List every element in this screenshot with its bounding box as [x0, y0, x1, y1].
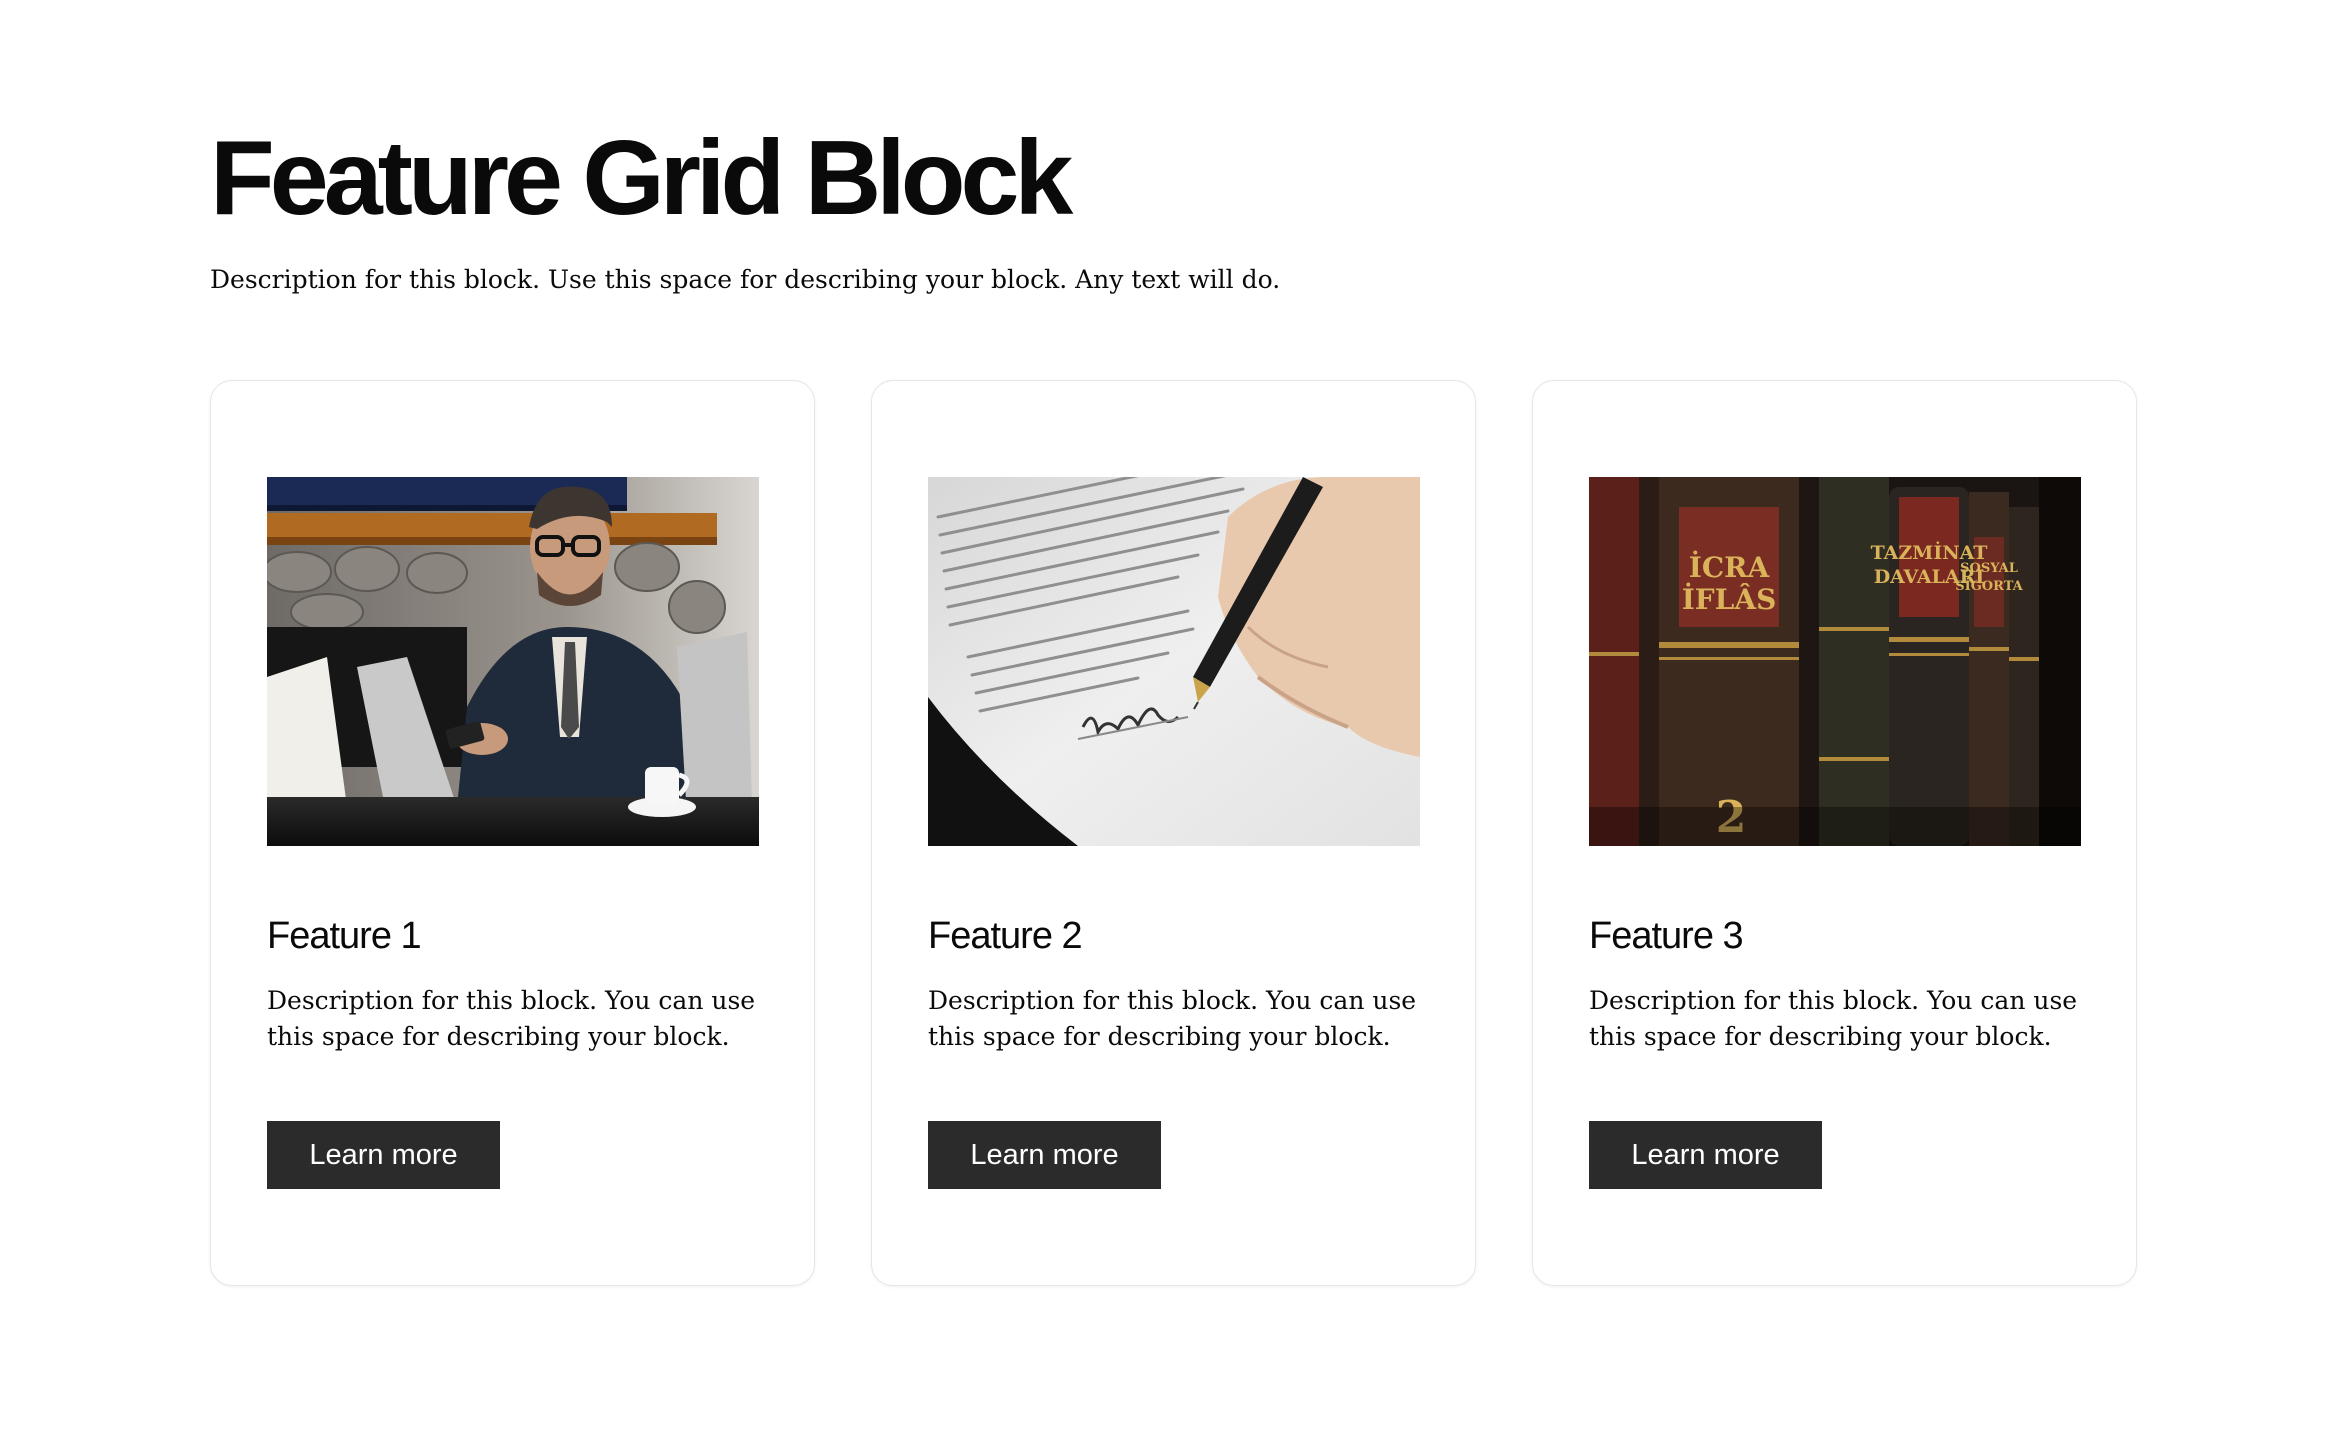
- feature-title: Feature 2: [928, 915, 1083, 957]
- feature-card-3: İCRA İFLÂS TAZMİNAT DAVALARI SOSYAL SİGO…: [1532, 380, 2137, 1286]
- feature-grid: Feature 1 Description for this block. Yo…: [210, 380, 2137, 1286]
- feature-title: Feature 3: [1589, 915, 1744, 957]
- book-spine-text: SİGORTA: [1955, 578, 2023, 594]
- feature-image-3: İCRA İFLÂS TAZMİNAT DAVALARI SOSYAL SİGO…: [1589, 477, 2081, 846]
- learn-more-button[interactable]: Learn more: [1589, 1121, 1822, 1189]
- law-books-on-shelf-photo: İCRA İFLÂS TAZMİNAT DAVALARI SOSYAL SİGO…: [1589, 477, 2081, 846]
- block-title: Feature Grid Block: [210, 119, 1073, 237]
- block-description: Description for this block. Use this spa…: [210, 265, 1281, 294]
- feature-description: Description for this block. You can use …: [928, 986, 1417, 1051]
- feature-card-2: Feature 2 Description for this block. Yo…: [871, 380, 1476, 1286]
- businessman-with-laptop-photo: [267, 477, 759, 846]
- feature-title: Feature 1: [267, 915, 422, 957]
- learn-more-button[interactable]: Learn more: [267, 1121, 500, 1189]
- hand-signing-document-photo: [928, 477, 1420, 846]
- book-spine-text: İFLÂS: [1682, 582, 1777, 616]
- feature-card-1: Feature 1 Description for this block. Yo…: [210, 380, 815, 1286]
- book-spine-text: İCRA: [1689, 550, 1771, 584]
- feature-image-1: [267, 477, 759, 846]
- feature-description: Description for this block. You can use …: [267, 986, 756, 1051]
- feature-description: Description for this block. You can use …: [1589, 986, 2078, 1051]
- feature-image-2: [928, 477, 1420, 846]
- learn-more-button[interactable]: Learn more: [928, 1121, 1161, 1189]
- book-spine-text: SOSYAL: [1960, 561, 2018, 576]
